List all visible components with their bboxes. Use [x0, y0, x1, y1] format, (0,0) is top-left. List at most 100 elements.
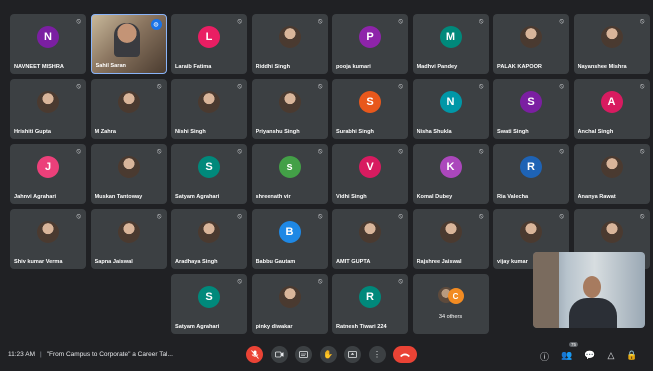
muted-icon: ⦸: [76, 148, 81, 155]
clock-time: 11:23 AM: [8, 351, 35, 358]
participant-name: Surabhi Singh: [336, 129, 374, 135]
participant-tile[interactable]: J ⦸ Jahnvi Agrahari: [10, 144, 86, 204]
participant-tile[interactable]: V ⦸ Vidhi Singh: [332, 144, 408, 204]
muted-icon: ⦸: [237, 83, 242, 90]
participant-tile[interactable]: R ⦸ Ria Valecha: [493, 144, 569, 204]
mic-off-icon[interactable]: [246, 346, 263, 363]
muted-icon: ⦸: [398, 148, 403, 155]
avatar: R: [520, 156, 542, 178]
participant-tile[interactable]: ◍ Sahil Saran: [90, 14, 167, 74]
participant-tile[interactable]: ⦸ Nishi Singh: [171, 79, 247, 139]
participant-name: Shiv kumar Verma: [14, 259, 63, 265]
chat-icon[interactable]: 💬: [584, 350, 595, 363]
participant-tile[interactable]: ⦸ Nayanshee Mishra: [573, 14, 650, 74]
muted-icon: ⦸: [156, 213, 162, 220]
participant-tile[interactable]: ⦸ Hrishiti Gupta: [10, 79, 86, 139]
end-call-icon[interactable]: [393, 346, 417, 363]
participant-tile[interactable]: N ⦸ NAVNEET MISHRA: [10, 14, 86, 74]
participant-tile[interactable]: K ⦸ Komal Dubey: [412, 144, 489, 204]
participant-tile[interactable]: L ⦸ Laraib Fatima: [171, 14, 247, 74]
participant-video: [113, 23, 140, 57]
speaking-indicator-icon: ◍: [150, 19, 162, 30]
muted-icon: ⦸: [317, 278, 323, 285]
participant-tile[interactable]: ⦸ M Zahra: [90, 79, 167, 139]
meeting-title[interactable]: "From Campus to Corporate" a Career Tal.…: [47, 351, 173, 358]
self-view-wall: [533, 252, 559, 328]
meeting-info: 11:23 AM | "From Campus to Corporate" a Ca…: [8, 351, 173, 358]
participant-tile[interactable]: R ⦸ Ratnesh Tiwari 224: [332, 274, 408, 334]
muted-icon: ⦸: [639, 213, 645, 220]
participant-tile[interactable]: ⦸ pinky diwakar: [251, 274, 328, 334]
captions-icon[interactable]: [295, 346, 312, 363]
participant-tile[interactable]: S ⦸ Swati Singh: [493, 79, 569, 139]
avatar: A: [600, 91, 623, 113]
participant-tile[interactable]: N ⦸ Nisha Shukla: [412, 79, 489, 139]
participant-name: Nishi Singh: [175, 129, 206, 135]
participant-tile[interactable]: A ⦸ Anchal Singh: [573, 79, 650, 139]
avatar: M: [439, 26, 462, 48]
host-controls-icon[interactable]: 🔒: [626, 350, 637, 363]
avatar: N: [439, 91, 462, 113]
participant-name: Jahnvi Agrahari: [14, 194, 57, 200]
info-icon[interactable]: ⓘ: [540, 350, 549, 363]
participant-tile[interactable]: ⦸ Muskan Tantoway: [90, 144, 167, 204]
self-view-video[interactable]: [533, 252, 645, 328]
call-controls: ✋ ⋮: [246, 346, 417, 363]
avatar: [600, 26, 623, 48]
muted-icon: ⦸: [76, 213, 81, 220]
participant-tile[interactable]: ⦸ Shiv kumar Verma: [10, 209, 86, 269]
participant-tile[interactable]: s ⦸ shreenath vir: [251, 144, 328, 204]
participant-tile[interactable]: ⦸ Sapna Jaiswal: [90, 209, 167, 269]
muted-icon: ⦸: [559, 18, 564, 25]
muted-icon: ⦸: [478, 18, 484, 25]
raise-hand-icon[interactable]: ✋: [319, 346, 337, 363]
avatar: B: [278, 221, 301, 243]
participant-name: Sahil Saran: [95, 63, 126, 69]
activities-icon[interactable]: △: [607, 350, 614, 363]
muted-icon: ⦸: [156, 148, 162, 155]
avatar: [278, 26, 301, 48]
muted-icon: ⦸: [76, 83, 81, 90]
participant-name: pinky diwakar: [255, 324, 293, 330]
avatar: S: [198, 286, 220, 308]
participant-tile[interactable]: ⦸ Priyanshu Singh: [251, 79, 328, 139]
muted-icon: ⦸: [559, 148, 564, 155]
participant-tile[interactable]: ⦸ Riddhi Singh: [251, 14, 328, 74]
people-icon[interactable]: 👥: [561, 350, 572, 363]
participant-tile[interactable]: ⦸ Aradhaya Singh: [171, 209, 247, 269]
muted-icon: ⦸: [398, 18, 403, 25]
side-controls: ⓘ 👥 💬 △ 🔒: [540, 350, 638, 363]
participant-tile[interactable]: P ⦸ pooja kumari: [332, 14, 408, 74]
empty-slot: [91, 274, 167, 334]
muted-icon: ⦸: [559, 213, 564, 220]
avatar: V: [359, 156, 381, 178]
participant-name: NAVNEET MISHRA: [14, 64, 64, 70]
participant-count-badge: 75: [569, 342, 579, 347]
participant-tile[interactable]: M ⦸ Madhvi Pandey: [412, 14, 489, 74]
participant-name: Komal Dubey: [416, 194, 453, 200]
participant-name: AMIT GUPTA: [336, 259, 371, 265]
avatar: [198, 91, 220, 113]
participant-tile[interactable]: ⦸ Rajshree Jaiswal: [412, 209, 489, 269]
avatar: [198, 221, 220, 243]
participant-tile[interactable]: ⦸ Ananya Rawat: [573, 144, 650, 204]
present-icon[interactable]: [344, 346, 361, 363]
avatar: [600, 156, 623, 178]
muted-icon: ⦸: [639, 148, 645, 155]
participant-name: Sapna Jaiswal: [94, 259, 133, 265]
participant-name: M Zahra: [94, 129, 116, 135]
participant-tile[interactable]: S ⦸ Satyam Agrahari: [171, 274, 247, 334]
participant-tile[interactable]: C 34 others: [412, 274, 489, 334]
participant-tile[interactable]: ⦸ PALAK KAPOOR: [493, 14, 569, 74]
muted-icon: ⦸: [639, 83, 645, 90]
muted-icon: ⦸: [478, 83, 484, 90]
participant-tile[interactable]: B ⦸ Babbu Gautam: [251, 209, 328, 269]
participant-tile[interactable]: S ⦸ Surabhi Singh: [332, 79, 408, 139]
participant-tile[interactable]: S ⦸ Satyam Agrahari: [171, 144, 247, 204]
avatar: J: [37, 156, 59, 178]
camera-icon[interactable]: [270, 346, 288, 363]
participant-tile[interactable]: ⦸ AMIT GUPTA: [332, 209, 408, 269]
more-options-icon[interactable]: ⋮: [368, 346, 386, 363]
muted-icon: ⦸: [76, 18, 81, 25]
participant-name: PALAK KAPOOR: [497, 64, 542, 70]
